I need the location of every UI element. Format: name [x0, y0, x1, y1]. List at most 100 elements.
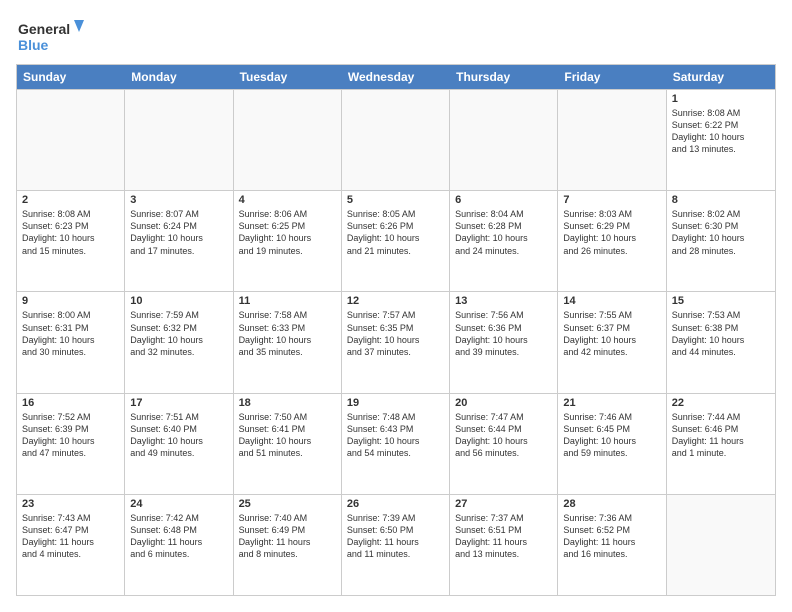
calendar-cell: 28Sunrise: 7:36 AM Sunset: 6:52 PM Dayli…	[558, 495, 666, 595]
calendar-header: SundayMondayTuesdayWednesdayThursdayFrid…	[17, 65, 775, 89]
day-info: Sunrise: 7:50 AM Sunset: 6:41 PM Dayligh…	[239, 411, 336, 460]
calendar-cell: 16 Sunrise: 7:52 AM Sunset: 6:39 PM Dayli…	[17, 394, 125, 494]
day-number: 26	[347, 498, 444, 510]
day-info: Sunrise: 8:05 AM Sunset: 6:26 PM Dayligh…	[347, 208, 444, 257]
calendar-cell: 7Sunrise: 8:03 AM Sunset: 6:29 PM Daylig…	[558, 191, 666, 291]
calendar-cell: 24 Sunrise: 7:42 AM Sunset: 6:48 PM Dayli…	[125, 495, 233, 595]
calendar-row: 2 Sunrise: 8:08 AM Sunset: 6:23 PM Daylig…	[17, 190, 775, 291]
page: General Blue SundayMondayTuesdayWednesda…	[0, 0, 792, 612]
day-number: 7	[563, 194, 660, 206]
calendar-cell	[17, 90, 125, 190]
day-info: Sunrise: 8:08 AM Sunset: 6:22 PM Dayligh…	[672, 107, 770, 156]
day-number: 10	[130, 295, 227, 307]
calendar-cell: 15 Sunrise: 7:53 AM Sunset: 6:38 PM Dayli…	[667, 292, 775, 392]
calendar-row: 23 Sunrise: 7:43 AM Sunset: 6:47 PM Dayli…	[17, 494, 775, 595]
day-number: 16	[22, 397, 119, 409]
day-number: 13	[455, 295, 552, 307]
day-info: Sunrise: 7:39 AM Sunset: 6:50 PM Dayligh…	[347, 512, 444, 561]
calendar-cell: 8 Sunrise: 8:02 AM Sunset: 6:30 PM Daylig…	[667, 191, 775, 291]
day-info: Sunrise: 7:42 AM Sunset: 6:48 PM Dayligh…	[130, 512, 227, 561]
day-info: Sunrise: 8:08 AM Sunset: 6:23 PM Dayligh…	[22, 208, 119, 257]
day-number: 11	[239, 295, 336, 307]
day-number: 22	[672, 397, 770, 409]
calendar-cell: 26 Sunrise: 7:39 AM Sunset: 6:50 PM Dayli…	[342, 495, 450, 595]
weekday-header: Wednesday	[342, 65, 450, 89]
weekday-header: Thursday	[450, 65, 558, 89]
day-info: Sunrise: 7:56 AM Sunset: 6:36 PM Dayligh…	[455, 309, 552, 358]
calendar-cell: 13 Sunrise: 7:56 AM Sunset: 6:36 PM Dayli…	[450, 292, 558, 392]
svg-text:Blue: Blue	[18, 37, 49, 53]
weekday-header: Monday	[125, 65, 233, 89]
day-info: Sunrise: 7:53 AM Sunset: 6:38 PM Dayligh…	[672, 309, 770, 358]
day-info: Sunrise: 8:02 AM Sunset: 6:30 PM Dayligh…	[672, 208, 770, 257]
day-info: Sunrise: 7:43 AM Sunset: 6:47 PM Dayligh…	[22, 512, 119, 561]
calendar-cell	[125, 90, 233, 190]
day-info: Sunrise: 7:55 AM Sunset: 6:37 PM Dayligh…	[563, 309, 660, 358]
calendar: SundayMondayTuesdayWednesdayThursdayFrid…	[16, 64, 776, 596]
calendar-cell: 25 Sunrise: 7:40 AM Sunset: 6:49 PM Dayli…	[234, 495, 342, 595]
calendar-cell: 10 Sunrise: 7:59 AM Sunset: 6:32 PM Dayli…	[125, 292, 233, 392]
day-info: Sunrise: 7:36 AM Sunset: 6:52 PM Dayligh…	[563, 512, 660, 561]
calendar-cell: 19 Sunrise: 7:48 AM Sunset: 6:43 PM Dayli…	[342, 394, 450, 494]
day-info: Sunrise: 7:57 AM Sunset: 6:35 PM Dayligh…	[347, 309, 444, 358]
calendar-cell: 27 Sunrise: 7:37 AM Sunset: 6:51 PM Dayli…	[450, 495, 558, 595]
calendar-cell: 12 Sunrise: 7:57 AM Sunset: 6:35 PM Dayli…	[342, 292, 450, 392]
calendar-cell: 3 Sunrise: 8:07 AM Sunset: 6:24 PM Daylig…	[125, 191, 233, 291]
day-number: 24	[130, 498, 227, 510]
day-number: 14	[563, 295, 660, 307]
logo-svg: General Blue	[16, 16, 86, 56]
calendar-cell: 11Sunrise: 7:58 AM Sunset: 6:33 PM Dayli…	[234, 292, 342, 392]
day-number: 3	[130, 194, 227, 206]
calendar-cell: 9Sunrise: 8:00 AM Sunset: 6:31 PM Daylig…	[17, 292, 125, 392]
calendar-cell: 5 Sunrise: 8:05 AM Sunset: 6:26 PM Daylig…	[342, 191, 450, 291]
day-info: Sunrise: 7:47 AM Sunset: 6:44 PM Dayligh…	[455, 411, 552, 460]
weekday-header: Friday	[558, 65, 666, 89]
logo: General Blue	[16, 16, 86, 56]
day-info: Sunrise: 7:37 AM Sunset: 6:51 PM Dayligh…	[455, 512, 552, 561]
day-number: 18	[239, 397, 336, 409]
day-info: Sunrise: 7:59 AM Sunset: 6:32 PM Dayligh…	[130, 309, 227, 358]
day-number: 17	[130, 397, 227, 409]
day-number: 4	[239, 194, 336, 206]
calendar-cell: 14 Sunrise: 7:55 AM Sunset: 6:37 PM Dayli…	[558, 292, 666, 392]
day-info: Sunrise: 7:46 AM Sunset: 6:45 PM Dayligh…	[563, 411, 660, 460]
day-info: Sunrise: 8:00 AM Sunset: 6:31 PM Dayligh…	[22, 309, 119, 358]
calendar-cell: 6Sunrise: 8:04 AM Sunset: 6:28 PM Daylig…	[450, 191, 558, 291]
calendar-cell	[234, 90, 342, 190]
calendar-cell: 20 Sunrise: 7:47 AM Sunset: 6:44 PM Dayli…	[450, 394, 558, 494]
header: General Blue	[16, 16, 776, 56]
day-number: 20	[455, 397, 552, 409]
calendar-cell: 1 Sunrise: 8:08 AM Sunset: 6:22 PM Daylig…	[667, 90, 775, 190]
calendar-row: 9Sunrise: 8:00 AM Sunset: 6:31 PM Daylig…	[17, 291, 775, 392]
day-number: 8	[672, 194, 770, 206]
svg-text:General: General	[18, 21, 70, 37]
calendar-cell: 2 Sunrise: 8:08 AM Sunset: 6:23 PM Daylig…	[17, 191, 125, 291]
weekday-header: Tuesday	[234, 65, 342, 89]
calendar-body: 1 Sunrise: 8:08 AM Sunset: 6:22 PM Daylig…	[17, 89, 775, 595]
day-number: 27	[455, 498, 552, 510]
day-info: Sunrise: 7:40 AM Sunset: 6:49 PM Dayligh…	[239, 512, 336, 561]
day-number: 25	[239, 498, 336, 510]
day-number: 12	[347, 295, 444, 307]
weekday-header: Sunday	[17, 65, 125, 89]
calendar-cell	[342, 90, 450, 190]
day-number: 1	[672, 93, 770, 105]
calendar-cell	[558, 90, 666, 190]
day-number: 15	[672, 295, 770, 307]
day-info: Sunrise: 8:06 AM Sunset: 6:25 PM Dayligh…	[239, 208, 336, 257]
calendar-row: 1 Sunrise: 8:08 AM Sunset: 6:22 PM Daylig…	[17, 89, 775, 190]
calendar-cell: 21Sunrise: 7:46 AM Sunset: 6:45 PM Dayli…	[558, 394, 666, 494]
day-info: Sunrise: 7:48 AM Sunset: 6:43 PM Dayligh…	[347, 411, 444, 460]
day-info: Sunrise: 7:52 AM Sunset: 6:39 PM Dayligh…	[22, 411, 119, 460]
day-info: Sunrise: 7:44 AM Sunset: 6:46 PM Dayligh…	[672, 411, 770, 460]
day-number: 2	[22, 194, 119, 206]
calendar-cell: 17Sunrise: 7:51 AM Sunset: 6:40 PM Dayli…	[125, 394, 233, 494]
day-number: 23	[22, 498, 119, 510]
calendar-cell	[667, 495, 775, 595]
calendar-cell: 23 Sunrise: 7:43 AM Sunset: 6:47 PM Dayli…	[17, 495, 125, 595]
day-info: Sunrise: 8:07 AM Sunset: 6:24 PM Dayligh…	[130, 208, 227, 257]
weekday-header: Saturday	[667, 65, 775, 89]
calendar-cell: 18 Sunrise: 7:50 AM Sunset: 6:41 PM Dayli…	[234, 394, 342, 494]
day-number: 5	[347, 194, 444, 206]
day-number: 19	[347, 397, 444, 409]
